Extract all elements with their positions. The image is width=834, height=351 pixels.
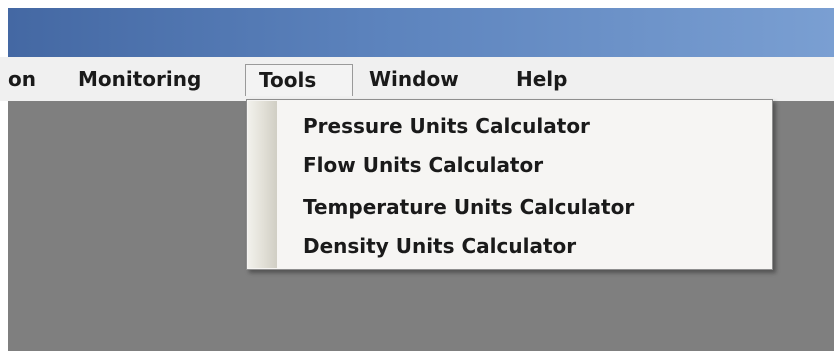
menu-item-help[interactable]: Help — [516, 64, 567, 96]
pressure-units-calculator-item[interactable]: Pressure Units Calculator — [249, 106, 770, 146]
temperature-units-calculator-item[interactable]: Temperature Units Calculator — [249, 187, 770, 227]
menu-item-monitoring[interactable]: Monitoring — [78, 64, 201, 96]
menu-item-partial[interactable]: on — [8, 64, 36, 96]
menu-item-tools[interactable]: Tools — [245, 64, 353, 96]
menu-item-window[interactable]: Window — [369, 64, 459, 96]
title-bar — [8, 8, 834, 57]
tools-dropdown-menu: Pressure Units Calculator Flow Units Cal… — [246, 99, 773, 270]
flow-units-calculator-item[interactable]: Flow Units Calculator — [249, 145, 770, 185]
density-units-calculator-item[interactable]: Density Units Calculator — [249, 226, 770, 266]
menu-bar: on Monitoring Tools Window Help — [0, 57, 834, 101]
